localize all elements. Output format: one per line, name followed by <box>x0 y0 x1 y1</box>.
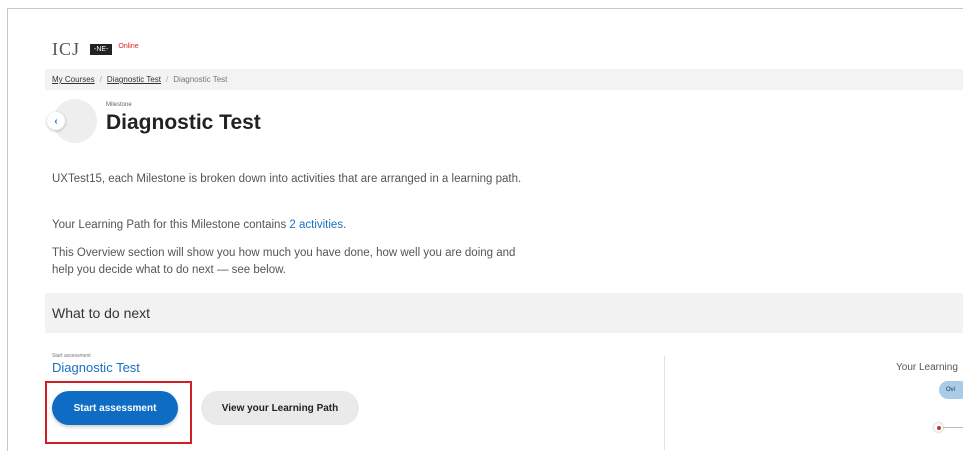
breadcrumb-my-courses[interactable]: My Courses <box>52 75 95 84</box>
logo-tag: Online <box>118 42 139 50</box>
breadcrumb-current: Diagnostic Test <box>173 75 228 84</box>
progress-marker <box>934 423 943 432</box>
logo-mark: ICJ <box>52 39 81 59</box>
milestone-label: Milestone <box>106 102 132 108</box>
site-logo[interactable]: ICJ -NE- Online <box>52 40 139 58</box>
what-to-do-next-heading: What to do next <box>45 293 963 333</box>
intro-paragraph-2: Your Learning Path for this Milestone co… <box>52 217 522 234</box>
intro-text: Your Learning Path for this Milestone co… <box>52 219 290 231</box>
intro-paragraph-1: UXTest15, each Milestone is broken down … <box>52 173 522 185</box>
view-learning-path-button[interactable]: View your Learning Path <box>201 391 359 425</box>
activities-link[interactable]: 2 activities <box>289 219 343 231</box>
breadcrumb-separator: / <box>99 75 102 84</box>
breadcrumb-diagnostic-test[interactable]: Diagnostic Test <box>107 75 161 84</box>
breadcrumb-separator: / <box>166 75 169 84</box>
intro-text: . <box>343 219 347 231</box>
chevron-left-icon[interactable]: ‹ <box>47 112 65 130</box>
start-assessment-button[interactable]: Start assessment <box>52 391 178 425</box>
intro-paragraph-3: This Overview section will show you how … <box>52 247 516 276</box>
column-divider <box>664 356 665 450</box>
logo-badge: -NE- <box>90 43 113 55</box>
page-title: Diagnostic Test <box>106 111 261 134</box>
breadcrumb: My Courses / Diagnostic Test / Diagnosti… <box>45 69 963 90</box>
overview-toggle[interactable]: Ovi <box>939 381 963 399</box>
start-assessment-caption: Start assessment <box>52 353 91 359</box>
next-activity-title[interactable]: Diagnostic Test <box>52 360 140 375</box>
learning-panel-title: Your Learning <box>896 362 958 373</box>
